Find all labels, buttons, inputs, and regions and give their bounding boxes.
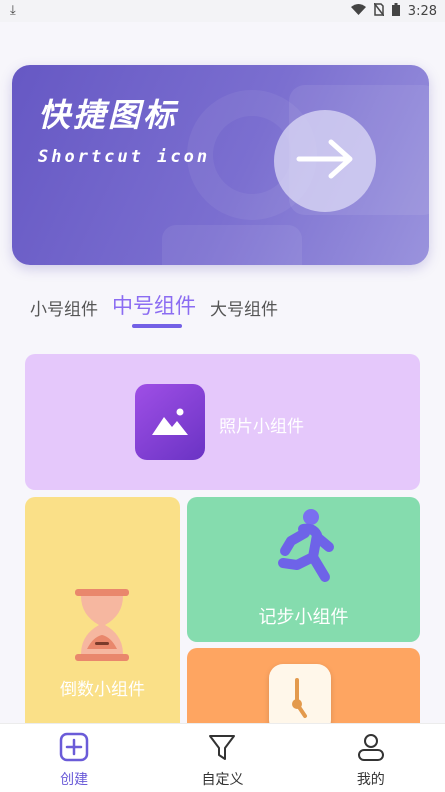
banner-arrow-button[interactable] (274, 110, 376, 212)
nav-profile[interactable]: 我的 (297, 724, 445, 792)
nav-profile-label: 我的 (356, 772, 385, 788)
countdown-widget-card[interactable]: 倒数小组件 (25, 497, 180, 737)
bottom-navigation: 创建 自定义 我的 (0, 723, 445, 792)
tab-medium-widgets[interactable]: 中号组件 (112, 290, 196, 328)
runner-icon (273, 507, 337, 593)
shortcut-icon-banner[interactable]: 快捷图标 Shortcut icon (12, 65, 429, 265)
battery-icon (391, 3, 400, 20)
wifi-icon (350, 3, 366, 20)
nav-customize-label: 自定义 (201, 772, 244, 788)
arrow-right-icon (295, 137, 355, 185)
tab-large-widgets[interactable]: 大号组件 (210, 290, 278, 320)
image-icon (135, 384, 205, 460)
photo-widget-label: 照片小组件 (219, 417, 304, 437)
nav-customize[interactable]: 自定义 (148, 724, 296, 792)
no-sim-icon (373, 2, 385, 20)
download-icon: ⤓ (10, 3, 16, 18)
banner-subtitle: Shortcut icon (38, 147, 211, 167)
nav-create-label: 创建 (60, 772, 89, 788)
user-icon (356, 732, 386, 766)
steps-widget-label: 记步小组件 (258, 607, 349, 628)
countdown-widget-label: 倒数小组件 (60, 680, 145, 700)
status-time: 3:28 (407, 4, 437, 19)
widget-size-tabs: 小号组件 中号组件 大号组件 (30, 290, 278, 328)
nav-create[interactable]: 创建 (0, 724, 148, 792)
tab-small-widgets[interactable]: 小号组件 (30, 290, 98, 320)
banner-title: 快捷图标 (38, 96, 179, 134)
status-bar: ⤓ 3:28 (0, 0, 445, 22)
banner-decoration (162, 225, 302, 265)
plus-square-icon (59, 732, 89, 766)
steps-widget-card[interactable]: 记步小组件 (187, 497, 420, 642)
hourglass-icon (73, 589, 131, 665)
filter-icon (207, 732, 237, 766)
photo-widget-card[interactable]: 照片小组件 (25, 354, 420, 490)
